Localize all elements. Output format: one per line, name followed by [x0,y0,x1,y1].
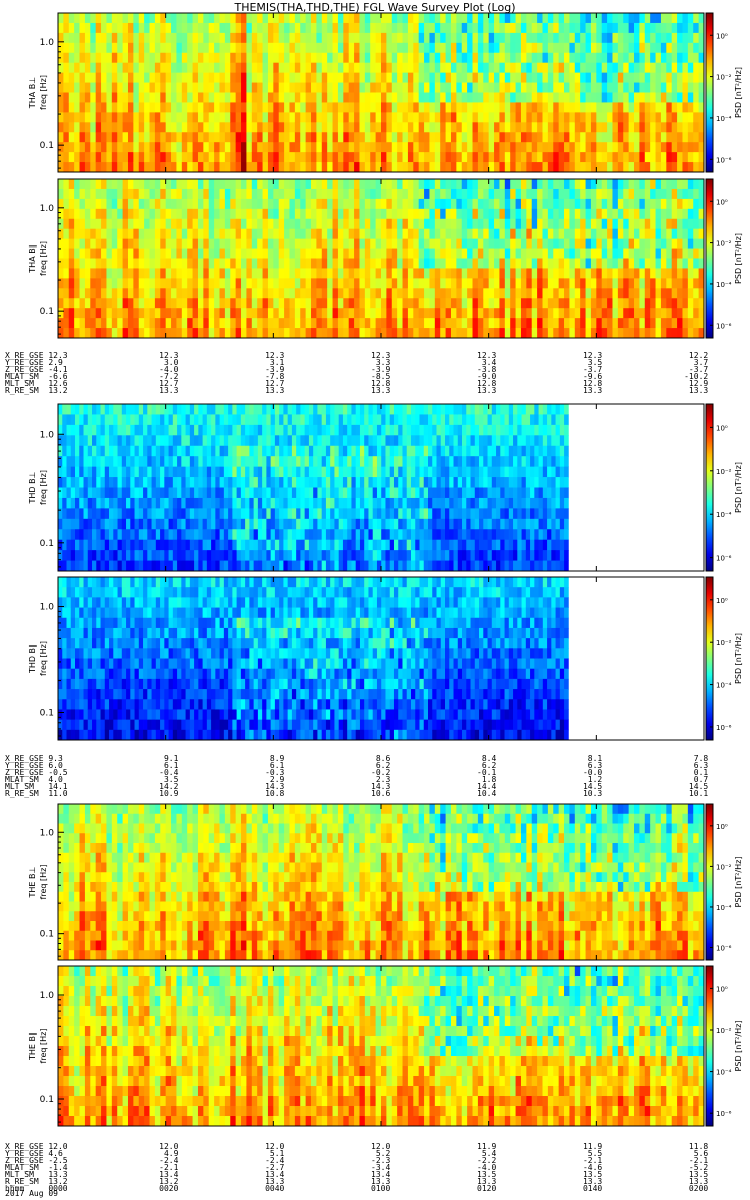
colorbar-tick-label: 10⁻⁶ [716,724,732,732]
colorbar-tick-label: 10⁻⁶ [716,945,732,953]
spectrogram-panel-tha-0: 0.1 1.0 THA B⊥ freq [Hz] 10⁰ 10⁻² 10⁻⁴ 10⁻⁶ PSD … [28,12,743,173]
y-tick-label: 1.0 [40,603,55,613]
colorbar-tick-label: 10⁰ [716,424,728,432]
colorbar-tick-label: 10⁻⁴ [716,904,732,912]
colorbar-label: PSD [nT²/Hz] [734,462,743,513]
ephemeris-block-tha: X_RE_GSE 12.3 12.3 12.3 12.3 12.3 12.3 1… [5,351,709,395]
colorbar-tick-label: 10⁻⁴ [716,682,732,690]
date-label: 2017 Aug 09 [5,1189,58,1198]
y-tick-label: 1.0 [40,38,55,48]
y-tick-label: 1.0 [40,828,55,838]
colorbar-tick-label: 10⁻⁴ [716,1069,732,1077]
panel-probe-label: THE B∥ [28,1032,37,1061]
panel-probe-label: THE B⊥ [28,866,37,898]
y-tick-label: 0.1 [40,539,54,549]
colorbar-tick-label: 10⁰ [716,823,728,831]
ephemeris-block-thd: X_RE_GSE 9.3 9.1 8.9 8.6 8.4 8.1 7.8 Y_R… [5,754,709,798]
colorbar-label: PSD [nT²/Hz] [734,1021,743,1072]
y-tick-label: 0.1 [40,1095,54,1105]
colorbar-tick-label: 10⁰ [716,198,728,206]
colorbar [706,966,713,1126]
y-tick-label: 0.1 [40,307,54,317]
panel-probe-label: THA B⊥ [28,77,37,109]
colorbar-label: PSD [nT²/Hz] [734,857,743,908]
colorbar-tick-label: 10⁻² [716,468,732,476]
heatmap-cells [58,179,705,339]
colorbar-tick-label: 10⁻² [716,1027,732,1035]
heatmap-cells [58,577,569,741]
panel-freq-label: freq [Hz] [39,865,48,900]
colorbar-tick-label: 10⁻⁶ [716,1110,732,1118]
heatmap-cells [58,966,705,1127]
spectrogram-panel-tha-1: 0.1 1.0 THA B∥ freq [Hz] 10⁰ 10⁻² 10⁻⁴ 10⁻⁶ PSD … [28,178,743,339]
y-tick-label: 0.1 [40,708,54,718]
spectrogram-panel-the-4: 0.1 1.0 THE B⊥ freq [Hz] 10⁰ 10⁻² 10⁻⁴ 10⁻⁶ PSD … [28,803,743,961]
panel-probe-label: THD B∥ [28,644,37,674]
colorbar-tick-label: 10⁰ [716,32,728,40]
ephemeris-block-the: X_RE_GSE 12.0 12.0 12.0 12.0 11.9 11.9 1… [5,1142,709,1193]
panel-probe-label: THD B⊥ [28,471,37,504]
panel-freq-label: freq [Hz] [39,470,48,505]
y-tick-label: 0.1 [40,930,54,940]
y-tick-label: 1.0 [40,204,55,214]
colorbar [706,404,713,571]
y-tick-label: 1.0 [40,430,55,440]
colorbar-tick-label: 10⁻⁴ [716,511,732,519]
panel-probe-label: THA B∥ [28,244,37,273]
colorbar-tick-label: 10⁻⁴ [716,281,732,289]
colorbar-tick-label: 10⁰ [716,985,728,993]
heatmap-cells [58,404,569,572]
colorbar-tick-label: 10⁻⁴ [716,115,732,123]
panel-freq-label: freq [Hz] [39,1029,48,1064]
spectrogram-panel-thd-3: 0.1 1.0 THD B∥ freq [Hz] 10⁰ 10⁻² 10⁻⁴ 10⁻⁶ PSD … [28,576,743,741]
panel-freq-label: freq [Hz] [39,241,48,276]
colorbar [706,577,713,740]
colorbar [706,804,713,960]
colorbar-tick-label: 10⁻² [716,240,732,248]
spectrogram-panel-the-5: 0.1 1.0 THE B∥ freq [Hz] 10⁰ 10⁻² 10⁻⁴ 10⁻⁶ PSD … [28,965,743,1127]
colorbar-tick-label: 10⁰ [716,597,728,605]
heatmap-cells [58,13,705,173]
colorbar [706,179,713,338]
colorbar-tick-label: 10⁻² [716,74,732,82]
colorbar [706,13,713,172]
heatmap-cells [58,804,705,961]
spectrogram-panel-thd-2: 0.1 1.0 THD B⊥ freq [Hz] 10⁰ 10⁻² 10⁻⁴ 10⁻⁶ PSD … [28,403,743,572]
colorbar-label: PSD [nT²/Hz] [734,633,743,684]
spectrogram-figure: 0.11.0THA B⊥ freq [Hz]10⁰10⁻²10⁻⁴10⁻⁶PSD … [28,12,743,1127]
colorbar-tick-label: 10⁻⁶ [716,322,732,330]
y-tick-label: 0.1 [40,141,54,151]
panel-freq-label: freq [Hz] [39,75,48,110]
colorbar-label: PSD [nT²/Hz] [734,67,743,118]
colorbar-tick-label: 10⁻² [716,639,732,647]
y-tick-label: 1.0 [40,991,55,1001]
panel-freq-label: freq [Hz] [39,641,48,676]
colorbar-tick-label: 10⁻² [716,863,732,871]
colorbar-tick-label: 10⁻⁶ [716,156,732,164]
colorbar-label: PSD [nT²/Hz] [734,233,743,284]
colorbar-tick-label: 10⁻⁶ [716,555,732,563]
